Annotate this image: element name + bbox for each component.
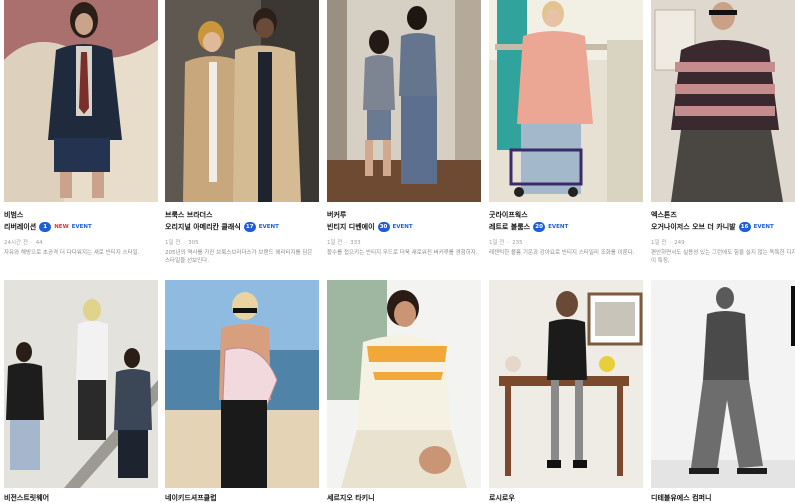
photo-thumbnail-icon [165,280,319,488]
lookbook-thumbnail[interactable] [651,0,795,202]
brand-name: 굿라이프웍스 [489,211,528,219]
post-time: 1일 전 [651,240,667,246]
lookbook-thumbnail[interactable] [489,0,643,202]
lookbook-description: 자유와 해방으로 초공격 더 다다워지는 새로 빈티지 스타일. [4,250,140,256]
post-time: 1일 전 [165,240,181,246]
brand-name: 디테블유에스 컴퍼니 [651,494,712,502]
brand-name: 세르지오 타키니 [327,494,375,502]
brand-name: 네이키드셔프클럽 [165,494,217,502]
post-meta: 1일 전 · 249 [651,240,685,246]
lookbook-title-line: 오리지널 아메리칸 클래식 17 EVENT [165,222,279,232]
brand-name: 비전스트릿웨어 [4,494,50,502]
item-count-badge: 30 [377,222,390,232]
post-meta: 24시간 전 · 44 [4,240,43,246]
view-count: 235 [512,240,523,246]
lookbook-thumbnail[interactable] [327,280,481,488]
photo-thumbnail-icon [4,280,158,488]
item-count-badge: 17 [243,222,256,232]
lookbook-title: 리버레이션 [4,223,37,231]
lookbook-title-line: 리버레이션 1 NEW EVENT [4,222,92,232]
lookbook-description: 205년의 역사를 가진 브룩스브라더스가 브랜드 헤리티지를 담은 스타일을 … [165,250,313,264]
brand-name: 버커루 [327,211,347,219]
lookbook-thumbnail[interactable] [489,280,643,488]
lookbook-thumbnail[interactable] [165,280,319,488]
scrollbar-edge[interactable] [791,286,795,346]
lookbook-title: 레트로 볼룸스 [489,223,531,231]
photo-thumbnail-icon [489,280,643,488]
post-time: 1일 전 [327,240,343,246]
lookbook-title-line: 오거나이저스 오브 더 카니발 16 EVENT [651,222,774,232]
photo-thumbnail-icon [651,0,795,202]
event-badge: EVENT [753,224,774,230]
photo-thumbnail-icon [489,0,643,202]
post-meta: 1일 전 · 235 [489,240,523,246]
photo-thumbnail-icon [651,280,795,488]
view-count: 249 [674,240,685,246]
lookbook-thumbnail[interactable] [4,280,158,488]
post-meta: 1일 전 · 333 [327,240,361,246]
lookbook-title-line: 빈티지 디벤에이 30 EVENT [327,222,413,232]
lookbook-title: 오거나이저스 오브 더 카니발 [651,223,736,231]
photo-thumbnail-icon [165,0,319,202]
lookbook-thumbnail[interactable] [165,0,319,202]
brand-name: 비범스 [4,211,24,219]
view-count: 305 [188,240,199,246]
item-count-badge: 20 [533,222,546,232]
brand-name: 로시로우 [489,494,515,502]
lookbook-description: 레젠틱한 볼륨 기운과 강아요로 빈티지 스타일리 조화를 이룬다. [489,250,635,256]
post-time: 1일 전 [489,240,505,246]
lookbook-description: 편안하면서도 실용성 있는 그런에도 힘을 실지 않는 독특한 디자인이 특징. [651,250,795,264]
lookbook-title: 빈티지 디벤에이 [327,223,375,231]
lookbook-thumbnail[interactable] [651,280,795,488]
brand-name: 브룩스 브라더스 [165,211,213,219]
event-badge: EVENT [258,224,279,230]
view-count: 44 [35,240,43,246]
view-count: 333 [350,240,361,246]
lookbook-description: 황수를 접으키는 빈티지 무드로 더욱 새로워진 버커루를 경험하자. [327,250,478,256]
event-badge: EVENT [392,224,413,230]
item-count-badge: 16 [738,222,751,232]
brand-name: 엑스톤즈 [651,211,677,219]
new-badge: NEW [54,224,69,230]
event-badge: EVENT [548,224,569,230]
post-meta: 1일 전 · 305 [165,240,199,246]
lookbook-thumbnail[interactable] [4,0,158,202]
post-time: 24시간 전 [4,240,28,246]
photo-thumbnail-icon [327,0,481,202]
event-badge: EVENT [71,224,92,230]
lookbook-thumbnail[interactable] [327,0,481,202]
photo-thumbnail-icon [4,0,158,202]
lookbook-title: 오리지널 아메리칸 클래식 [165,223,241,231]
item-count-badge: 1 [39,222,52,232]
photo-thumbnail-icon [327,280,481,488]
lookbook-title-line: 레트로 볼룸스 20 EVENT [489,222,568,232]
